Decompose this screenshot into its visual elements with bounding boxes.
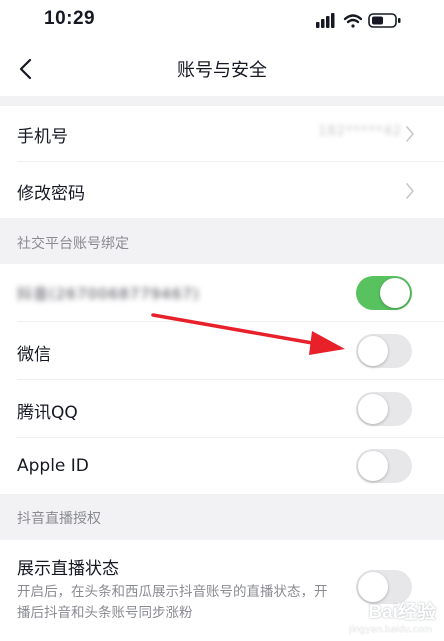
live-status-label: 展示直播状态 <box>17 559 119 579</box>
signal-icon <box>316 13 335 28</box>
douyin-account-label: 抖音(2670068779467) <box>17 285 200 303</box>
section-gap <box>0 96 444 106</box>
live-section-title: 抖音直播授权 <box>17 511 101 527</box>
douyin-account-row: 抖音(2670068779467) <box>0 264 444 322</box>
status-bar: 10:29 <box>0 0 444 40</box>
wechat-label: 微信 <box>17 345 51 365</box>
wifi-icon <box>343 14 363 28</box>
apple-id-row: Apple ID <box>0 438 444 494</box>
qq-toggle[interactable] <box>356 392 412 426</box>
watermark: Bai经验 jingyan.baidu.com <box>326 595 436 635</box>
watermark-logo: Bai经验 <box>368 602 436 623</box>
chevron-right-icon <box>406 126 414 142</box>
qq-label: 腾讯QQ <box>17 403 78 423</box>
phone-number-value: 182*****42 <box>318 124 402 139</box>
live-section-header: 抖音直播授权 <box>0 494 444 540</box>
apple-id-toggle[interactable] <box>356 449 412 483</box>
social-section-title: 社交平台账号绑定 <box>17 236 129 252</box>
social-section-header: 社交平台账号绑定 <box>0 218 444 264</box>
battery-icon <box>368 13 401 28</box>
status-icons <box>314 10 414 30</box>
apple-id-label: Apple ID <box>17 456 89 476</box>
page-title: 账号与安全 <box>177 60 267 81</box>
toggle-knob <box>358 451 388 481</box>
wechat-toggle[interactable] <box>356 334 412 368</box>
wechat-row: 微信 <box>0 322 444 380</box>
change-password-row[interactable]: 修改密码 <box>0 162 444 218</box>
watermark-url: jingyan.baidu.com <box>348 625 432 635</box>
phone-number-label: 手机号 <box>17 127 68 147</box>
douyin-toggle[interactable] <box>356 276 412 310</box>
phone-number-row[interactable]: 手机号 182*****42 <box>0 106 444 162</box>
status-time: 10:29 <box>44 8 96 29</box>
nav-bar: 账号与安全 <box>0 40 444 96</box>
qq-row: 腾讯QQ <box>0 380 444 438</box>
toggle-knob <box>358 336 388 366</box>
live-status-description: 开启后，在头条和西瓜展示抖音账号的直播状态，开播后抖音和头条账号同步涨粉 <box>17 584 328 621</box>
toggle-knob <box>380 278 410 308</box>
chevron-right-icon <box>406 183 414 199</box>
toggle-knob <box>358 394 388 424</box>
change-password-label: 修改密码 <box>17 184 85 204</box>
